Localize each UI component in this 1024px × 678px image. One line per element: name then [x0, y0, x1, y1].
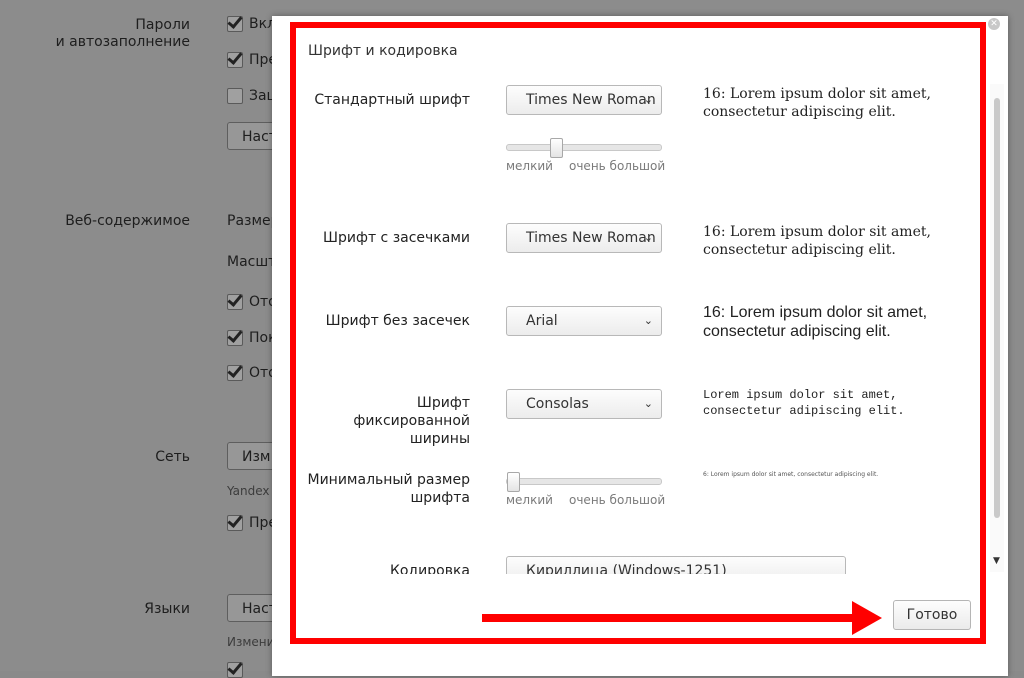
standard-font-select[interactable]: Times New Roman ⌄	[506, 85, 662, 115]
checkbox[interactable]	[227, 52, 243, 68]
fixed-font-select[interactable]: Consolas ⌄	[506, 389, 662, 419]
pointer-arrow-line	[482, 614, 857, 622]
dialog-scrollbar[interactable]	[990, 84, 1004, 572]
serif-font-value: Times New Roman	[526, 230, 656, 246]
encoding-row: Кодировка Кириллица (Windows-1251)	[300, 554, 850, 574]
sans-font-label: Шрифт без засечек	[325, 313, 470, 329]
section-languages: Языки	[144, 601, 190, 617]
chevron-down-icon: ⌄	[643, 93, 653, 106]
slider-track	[506, 144, 662, 151]
slider-track	[506, 478, 662, 485]
standard-font-value: Times New Roman	[526, 92, 656, 108]
chevron-down-icon: ⌄	[643, 397, 653, 410]
checkbox[interactable]	[227, 88, 243, 104]
checkbox[interactable]	[227, 515, 243, 531]
serif-font-label: Шрифт с засечками	[323, 230, 470, 246]
serif-font-sample: 16: Lorem ipsum dolor sit amet, consecte…	[703, 224, 931, 258]
encoding-value: Кириллица (Windows-1251)	[526, 563, 727, 574]
close-icon[interactable]: ✕	[988, 18, 1000, 30]
standard-font-label: Стандартный шрифт	[314, 92, 470, 108]
fixed-font-sample: Lorem ipsum dolor sit amet, consectetur …	[703, 388, 905, 418]
slider-max-label: очень большой	[569, 493, 666, 507]
checkbox[interactable]	[227, 662, 243, 678]
min-font-size-label: Минимальный размер шрифта	[307, 472, 471, 506]
encoding-label: Кодировка	[389, 563, 470, 574]
chevron-down-icon: ⌄	[643, 314, 653, 327]
fixed-font-value: Consolas	[526, 396, 589, 412]
encoding-select[interactable]: Кириллица (Windows-1251)	[506, 556, 846, 574]
checkbox[interactable]	[227, 330, 243, 346]
sans-font-value: Arial	[526, 313, 558, 329]
languages-note: Измени	[227, 635, 275, 649]
standard-font-sample: 16: Lorem ipsum dolor sit amet, consecte…	[703, 86, 931, 120]
dialog-title: Шрифт и кодировка	[308, 43, 458, 59]
scrollbar-thumb[interactable]	[994, 98, 1000, 518]
slider-min-label: мелкий	[506, 159, 553, 173]
section-web-content: Веб-содержимое	[65, 213, 190, 229]
zoom-label: Масшт	[227, 254, 277, 270]
scroll-down-icon[interactable]: ▼	[993, 556, 1000, 566]
slider-thumb[interactable]	[507, 472, 520, 492]
sans-font-sample: 16: Lorem ipsum dolor sit amet, consecte…	[703, 304, 928, 340]
pointer-arrow-head	[852, 601, 882, 635]
serif-font-select[interactable]: Times New Roman ⌄	[506, 223, 662, 253]
fixed-font-label: Шрифт фиксированной ширины	[353, 395, 470, 447]
section-passwords: Пароли и автозаполнение	[55, 17, 190, 50]
section-network: Сеть	[155, 449, 190, 465]
checkbox[interactable]	[227, 365, 243, 381]
slider-max-label: очень большой	[569, 159, 666, 173]
slider-min-label: мелкий	[506, 493, 553, 507]
checkbox[interactable]	[227, 294, 243, 310]
sans-font-select[interactable]: Arial ⌄	[506, 306, 662, 336]
network-note: Yandex	[227, 484, 270, 498]
min-font-size-sample: 6: Lorem ipsum dolor sit amet, consectet…	[703, 471, 879, 478]
checkbox[interactable]	[227, 16, 243, 32]
done-button[interactable]: Готово	[893, 600, 971, 630]
slider-thumb[interactable]	[550, 138, 564, 158]
chevron-down-icon: ⌄	[643, 231, 653, 244]
